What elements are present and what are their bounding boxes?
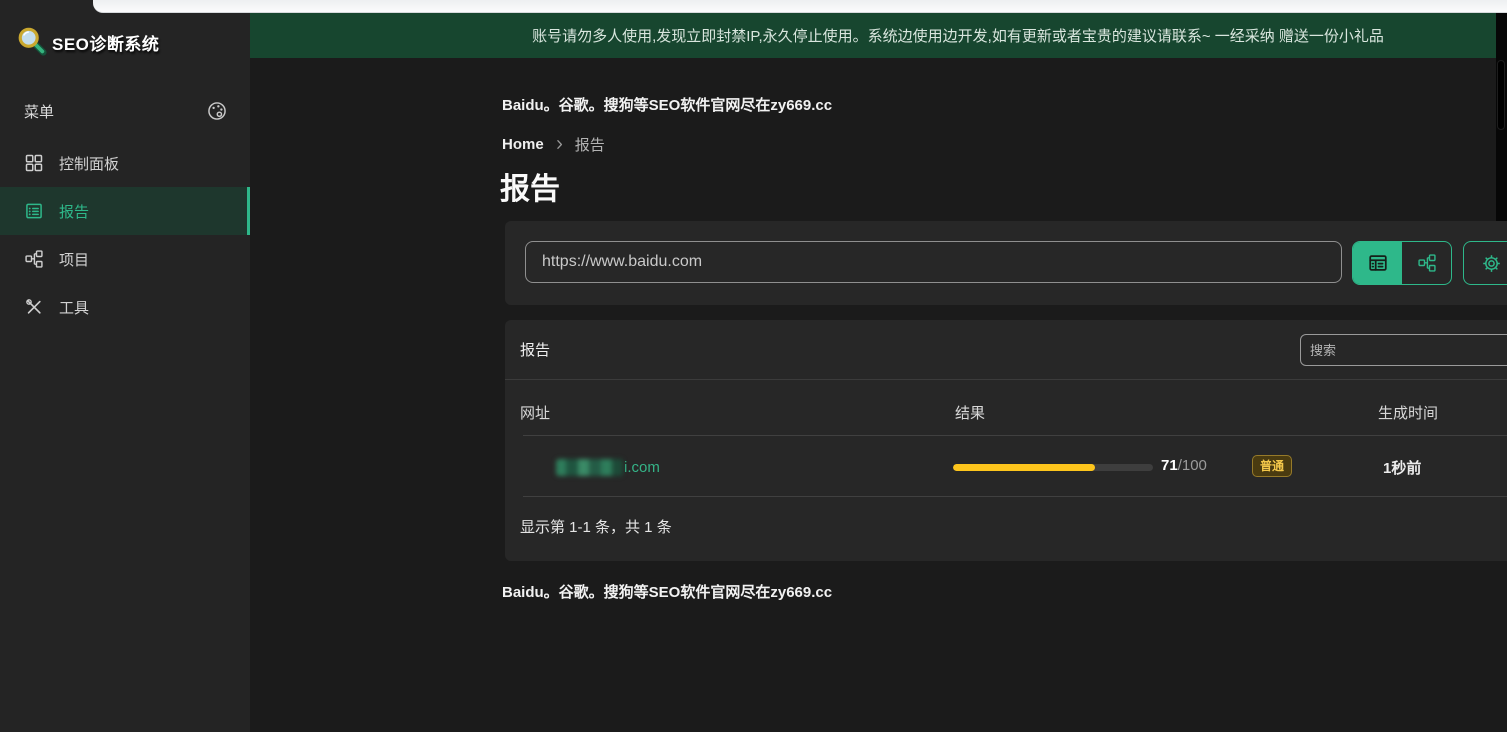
app-title: SEO诊断系统 — [52, 30, 159, 55]
report-panel-title: 报告 — [520, 320, 550, 379]
dashboard-grid-icon — [24, 153, 44, 173]
settings-gear-icon — [1481, 253, 1502, 274]
report-row-url-link[interactable]: i.com — [556, 459, 660, 476]
announcement-banner: 账号请勿多人使用,发现立即封禁IP,永久停止使用。系统边使用边开发,如有更新或者… — [250, 13, 1496, 58]
menu-label: 菜单 — [24, 101, 54, 122]
nodes-view-icon — [1417, 253, 1437, 273]
url-redacted-blur — [556, 459, 623, 476]
breadcrumb-home-link[interactable]: Home — [502, 136, 544, 153]
project-nodes-icon — [24, 249, 44, 269]
scrollbar-track[interactable] — [1496, 13, 1507, 221]
divider — [523, 435, 1507, 436]
browser-chrome-sliver — [93, 0, 1507, 13]
level-badge: 普通 — [1252, 455, 1292, 477]
score-value: 71/100 — [1161, 457, 1207, 474]
sidebar-item-label: 报告 — [59, 201, 89, 222]
breadcrumb-current: 报告 — [575, 134, 605, 155]
menu-header: 菜单 — [0, 96, 250, 126]
score-number: 71 — [1161, 457, 1178, 474]
score-progress-bar — [953, 464, 1153, 471]
generated-time: 1秒前 — [1383, 457, 1421, 478]
view-toggle-group — [1352, 241, 1452, 285]
divider — [505, 379, 1507, 380]
magnifier-logo-icon — [16, 26, 48, 58]
score-progress-fill — [953, 464, 1095, 471]
url-search-panel — [505, 221, 1507, 305]
chevron-right-icon — [553, 138, 566, 151]
column-header-url: 网址 — [520, 402, 550, 423]
sidebar-item-projects[interactable]: 项目 — [0, 235, 250, 283]
app-root: SEO诊断系统 菜单 — [0, 0, 1507, 732]
tools-icon — [24, 297, 44, 317]
promo-text-top: Baidu。谷歌。搜狗等SEO软件官网尽在zy669.cc — [502, 94, 832, 115]
column-header-time: 生成时间 — [1378, 402, 1438, 423]
sidebar-item-label: 工具 — [59, 297, 89, 318]
report-table-panel: 报告 网址 结果 生成时间 i.com 71/100 普通 1秒前 显示第 1-… — [505, 320, 1507, 561]
divider — [523, 496, 1507, 497]
report-table-icon — [24, 201, 44, 221]
table-view-button[interactable] — [1353, 242, 1402, 284]
sidebar-nav: 控制面板 报告 — [0, 139, 250, 331]
settings-button[interactable] — [1463, 241, 1507, 285]
theme-palette-icon[interactable] — [206, 100, 228, 122]
column-header-result: 结果 — [955, 402, 985, 423]
sidebar-item-label: 项目 — [59, 249, 89, 270]
pagination-summary: 显示第 1-1 条，共 1 条 — [520, 516, 672, 537]
url-visible-text: i.com — [624, 459, 660, 476]
nodes-view-button[interactable] — [1402, 242, 1451, 284]
url-input[interactable] — [525, 241, 1342, 283]
promo-text-bottom: Baidu。谷歌。搜狗等SEO软件官网尽在zy669.cc — [502, 581, 832, 602]
breadcrumb: Home 报告 — [502, 134, 605, 155]
sidebar-item-reports[interactable]: 报告 — [0, 187, 250, 235]
main-content: Baidu。谷歌。搜狗等SEO软件官网尽在zy669.cc Home 报告 报告 — [250, 58, 1507, 732]
table-search-input[interactable] — [1300, 334, 1507, 366]
app-logo: SEO诊断系统 — [16, 26, 159, 58]
score-total: /100 — [1178, 457, 1207, 474]
scrollbar-thumb[interactable] — [1497, 60, 1505, 130]
sidebar-item-tools[interactable]: 工具 — [0, 283, 250, 331]
announcement-text: 账号请勿多人使用,发现立即封禁IP,永久停止使用。系统边使用边开发,如有更新或者… — [532, 25, 1384, 46]
table-view-icon — [1367, 252, 1389, 274]
sidebar-item-label: 控制面板 — [59, 153, 119, 174]
sidebar: SEO诊断系统 菜单 — [0, 0, 250, 732]
sidebar-item-dashboard[interactable]: 控制面板 — [0, 139, 250, 187]
page-title: 报告 — [500, 164, 560, 208]
